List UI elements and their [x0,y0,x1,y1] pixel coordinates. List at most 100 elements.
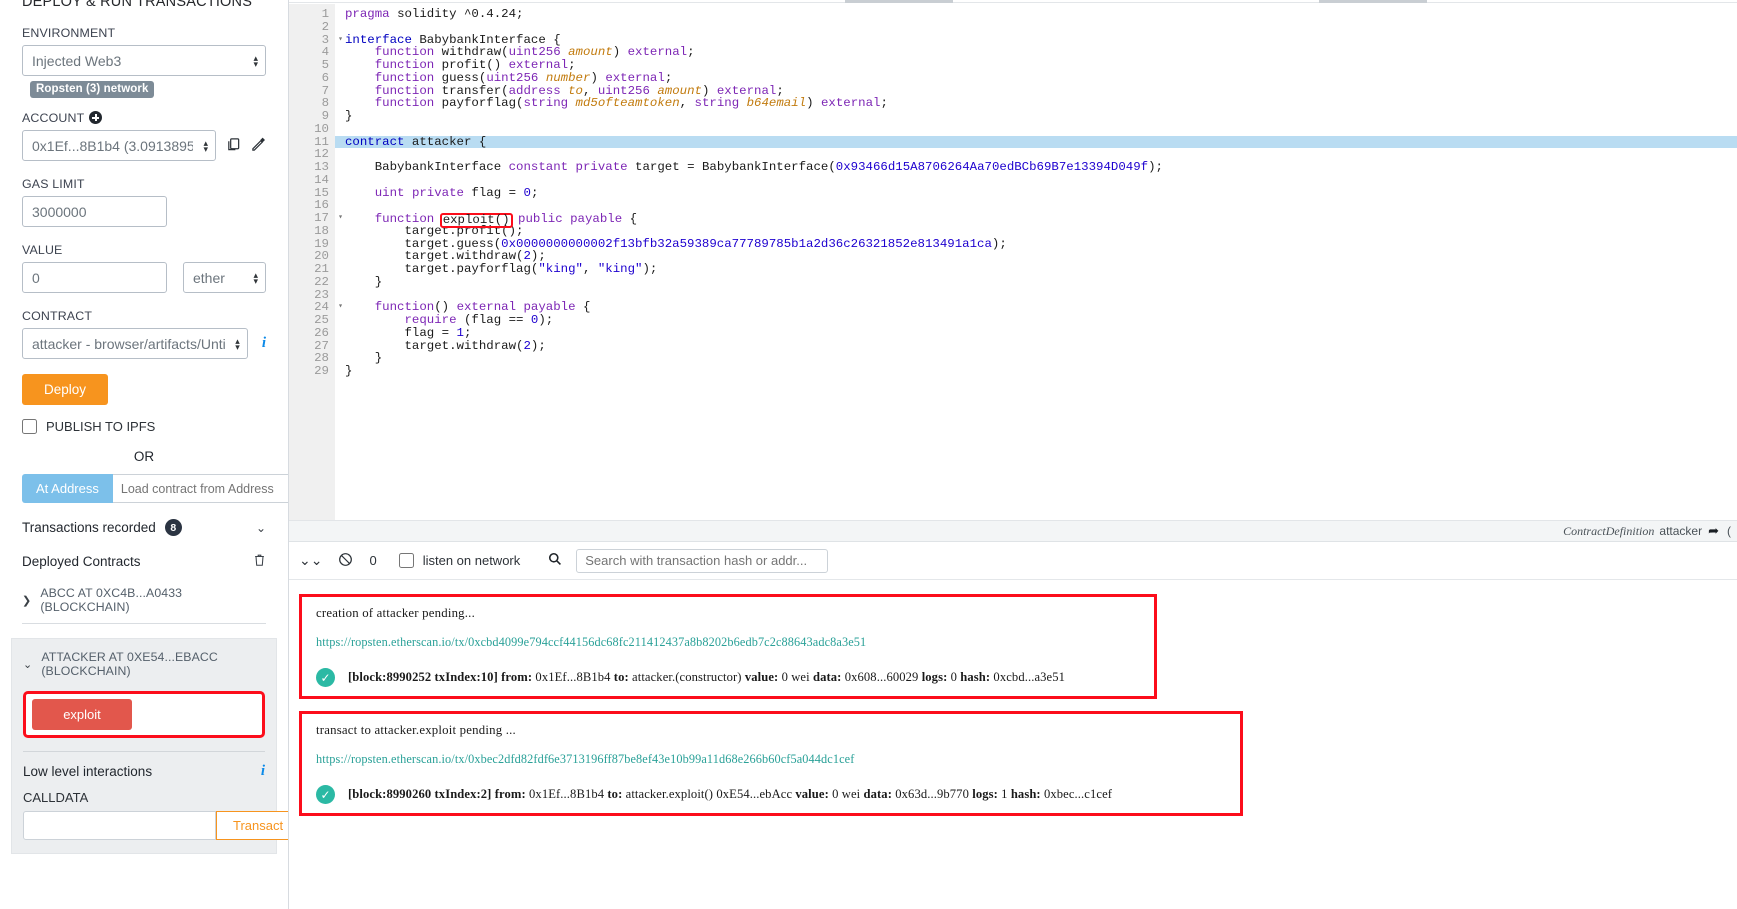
code-token: { [622,212,638,226]
code-token: } [345,109,353,123]
chevron-down-icon[interactable]: ⌄ [23,658,32,671]
low-level-info-icon[interactable]: i [261,763,265,780]
at-address-button[interactable]: At Address [22,474,113,503]
code-token: 0x0000000000002f13bfb32a59389ca77789785b… [501,236,992,251]
terminal-search-input[interactable] [576,548,829,573]
calldata-input[interactable] [23,811,216,840]
code-token: ); [530,338,546,353]
editor-line-number: 26 [314,325,329,340]
panel-title: DEPLOY & RUN TRANSACTIONS [22,0,253,10]
add-account-icon[interactable] [89,111,103,124]
code-token: ) [612,45,628,60]
trash-icon[interactable] [253,553,266,570]
collapse-icon[interactable]: ⌄⌄ [299,552,322,569]
code-token: external [627,45,688,60]
editor-line-number: 13 [314,160,329,174]
account-label: ACCOUNT [22,111,266,125]
editor-code-line: target.payforflag("king", "king"); [335,263,1737,276]
success-check-icon: ✓ [316,785,335,804]
environment-label: ENVIRONMENT [22,26,116,40]
editor-code-line: target.withdraw(2); [335,338,1737,353]
code-token: ) [806,96,821,111]
editor-line-number: 5 [321,58,329,72]
account-select[interactable]: 0x1Ef...8B1b4 (3.0913895... [22,130,216,161]
code-token: 0x93466d15A8706264Aa70edBCb69B7e13394D04… [835,160,1149,174]
transaction-summary-text: [block:8990260 txIndex:2] from: 0x1Ef...… [348,787,1113,801]
deployed-contract-attacker-label: ATTACKER AT 0XE54...EBACC (BLOCKCHAIN) [41,650,218,678]
code-token: ; [880,96,888,111]
deploy-button[interactable]: Deploy [22,374,109,405]
deployed-contract-attacker: ⌄ ATTACKER AT 0XE54...EBACC (BLOCKCHAIN)… [11,638,288,854]
transaction-log-entry[interactable]: creation of attacker pending... https://r… [299,594,1157,699]
transaction-summary-text: [block:8990252 txIndex:10] from: 0x1Ef..… [348,670,1066,684]
editor-code-line: } [335,110,1737,123]
editor-code-line: pragma solidity ^0.4.24; [335,8,1737,21]
editor-code-line: } [335,352,1737,365]
gas-limit-input[interactable] [22,196,167,227]
deployed-contracts-label: Deployed Contracts [22,554,141,569]
etherscan-link[interactable]: https://ropsten.etherscan.io/tx/0xbec2df… [316,752,1226,767]
editor-tab-marker [1319,0,1427,3]
editor-status-prefix: ContractDefinition [1563,523,1655,538]
editor-code-line: require (flag == 0); [335,314,1737,327]
exploit-button[interactable]: exploit [32,699,132,730]
editor-code-content[interactable]: pragma solidity ^0.4.24; interface Babyb… [335,4,1737,520]
chevron-right-icon[interactable]: ❯ [22,594,31,607]
code-token: string [694,96,740,111]
publish-ipfs-checkbox[interactable] [22,419,37,434]
jump-to-icon[interactable]: ➦ [1708,523,1719,539]
transact-button[interactable]: Transact [216,811,288,840]
transactions-recorded-row[interactable]: Transactions recorded 8 ⌄ [22,519,266,536]
code-token: } [345,274,383,289]
transaction-summary-row[interactable]: ✓ [block:8990252 txIndex:10] from: 0x1Ef.… [316,668,1140,687]
clear-console-icon[interactable] [338,552,353,570]
code-token: 2 [523,338,531,353]
transaction-field-label: data: [863,787,893,801]
code-token: contract [345,134,405,149]
editor-status-extra: ( [1727,524,1731,538]
code-token: ; [687,45,695,60]
listen-on-network-checkbox[interactable] [398,553,414,568]
deployed-contract-abcc-label: ABCC AT 0XC4B...A0433 (BLOCKCHAIN) [40,586,183,614]
exploit-highlight-box: exploit [23,691,265,738]
code-token: ); [538,313,554,327]
code-token: md5ofteamtoken [575,96,680,111]
code-token: , [582,262,598,276]
deployed-contract-abcc[interactable]: ❯ ABCC AT 0XC4B...A0433 (BLOCKCHAIN) [22,577,266,624]
code-token: external [820,96,881,111]
contract-label: CONTRACT [22,309,93,323]
pending-transactions-count: 0 [369,553,377,568]
edit-icon[interactable] [251,137,266,155]
at-address-input[interactable] [112,474,288,503]
code-editor[interactable]: 123▾4567891011▾121314151617▾181920212223… [289,0,1737,520]
editor-status-name: attacker [1659,524,1703,538]
contract-select[interactable]: attacker - browser/artifacts/Unti [22,328,248,359]
editor-line-number: 10 [314,121,329,136]
transaction-summary-row[interactable]: ✓ [block:8990260 txIndex:2] from: 0x1Ef..… [316,785,1226,804]
transactions-recorded-count: 8 [164,519,182,536]
deployed-contract-attacker-header[interactable]: ⌄ ATTACKER AT 0XE54...EBACC (BLOCKCHAIN) [23,650,265,678]
code-token: 0 [523,185,531,200]
code-token: "king" [538,262,583,276]
environment-select[interactable]: Injected Web3 [22,45,266,76]
transaction-field-label: hash: [960,670,991,684]
publish-ipfs-label: PUBLISH TO IPFS [46,419,156,434]
editor-code-line: } [335,274,1737,289]
transaction-field-label: hash: [1010,787,1041,801]
transaction-field-label: logs: [972,787,998,801]
editor-code-line: BabybankInterface constant private targe… [335,161,1737,174]
transaction-log-entry[interactable]: transact to attacker.exploit pending ...… [299,711,1243,816]
etherscan-link[interactable]: https://ropsten.etherscan.io/tx/0xcbd409… [316,635,1140,650]
chevron-down-icon[interactable]: ⌄ [256,521,266,535]
deployed-contracts-row: Deployed Contracts [22,553,266,570]
copy-icon[interactable] [226,137,241,155]
editor-line-number: 29 [314,364,329,378]
value-input[interactable] [22,262,167,293]
terminal-log: creation of attacker pending... https://r… [289,580,1737,816]
code-token: ); [991,236,1007,251]
value-unit-select[interactable]: ether [183,262,266,293]
contract-info-icon[interactable]: i [262,335,266,352]
